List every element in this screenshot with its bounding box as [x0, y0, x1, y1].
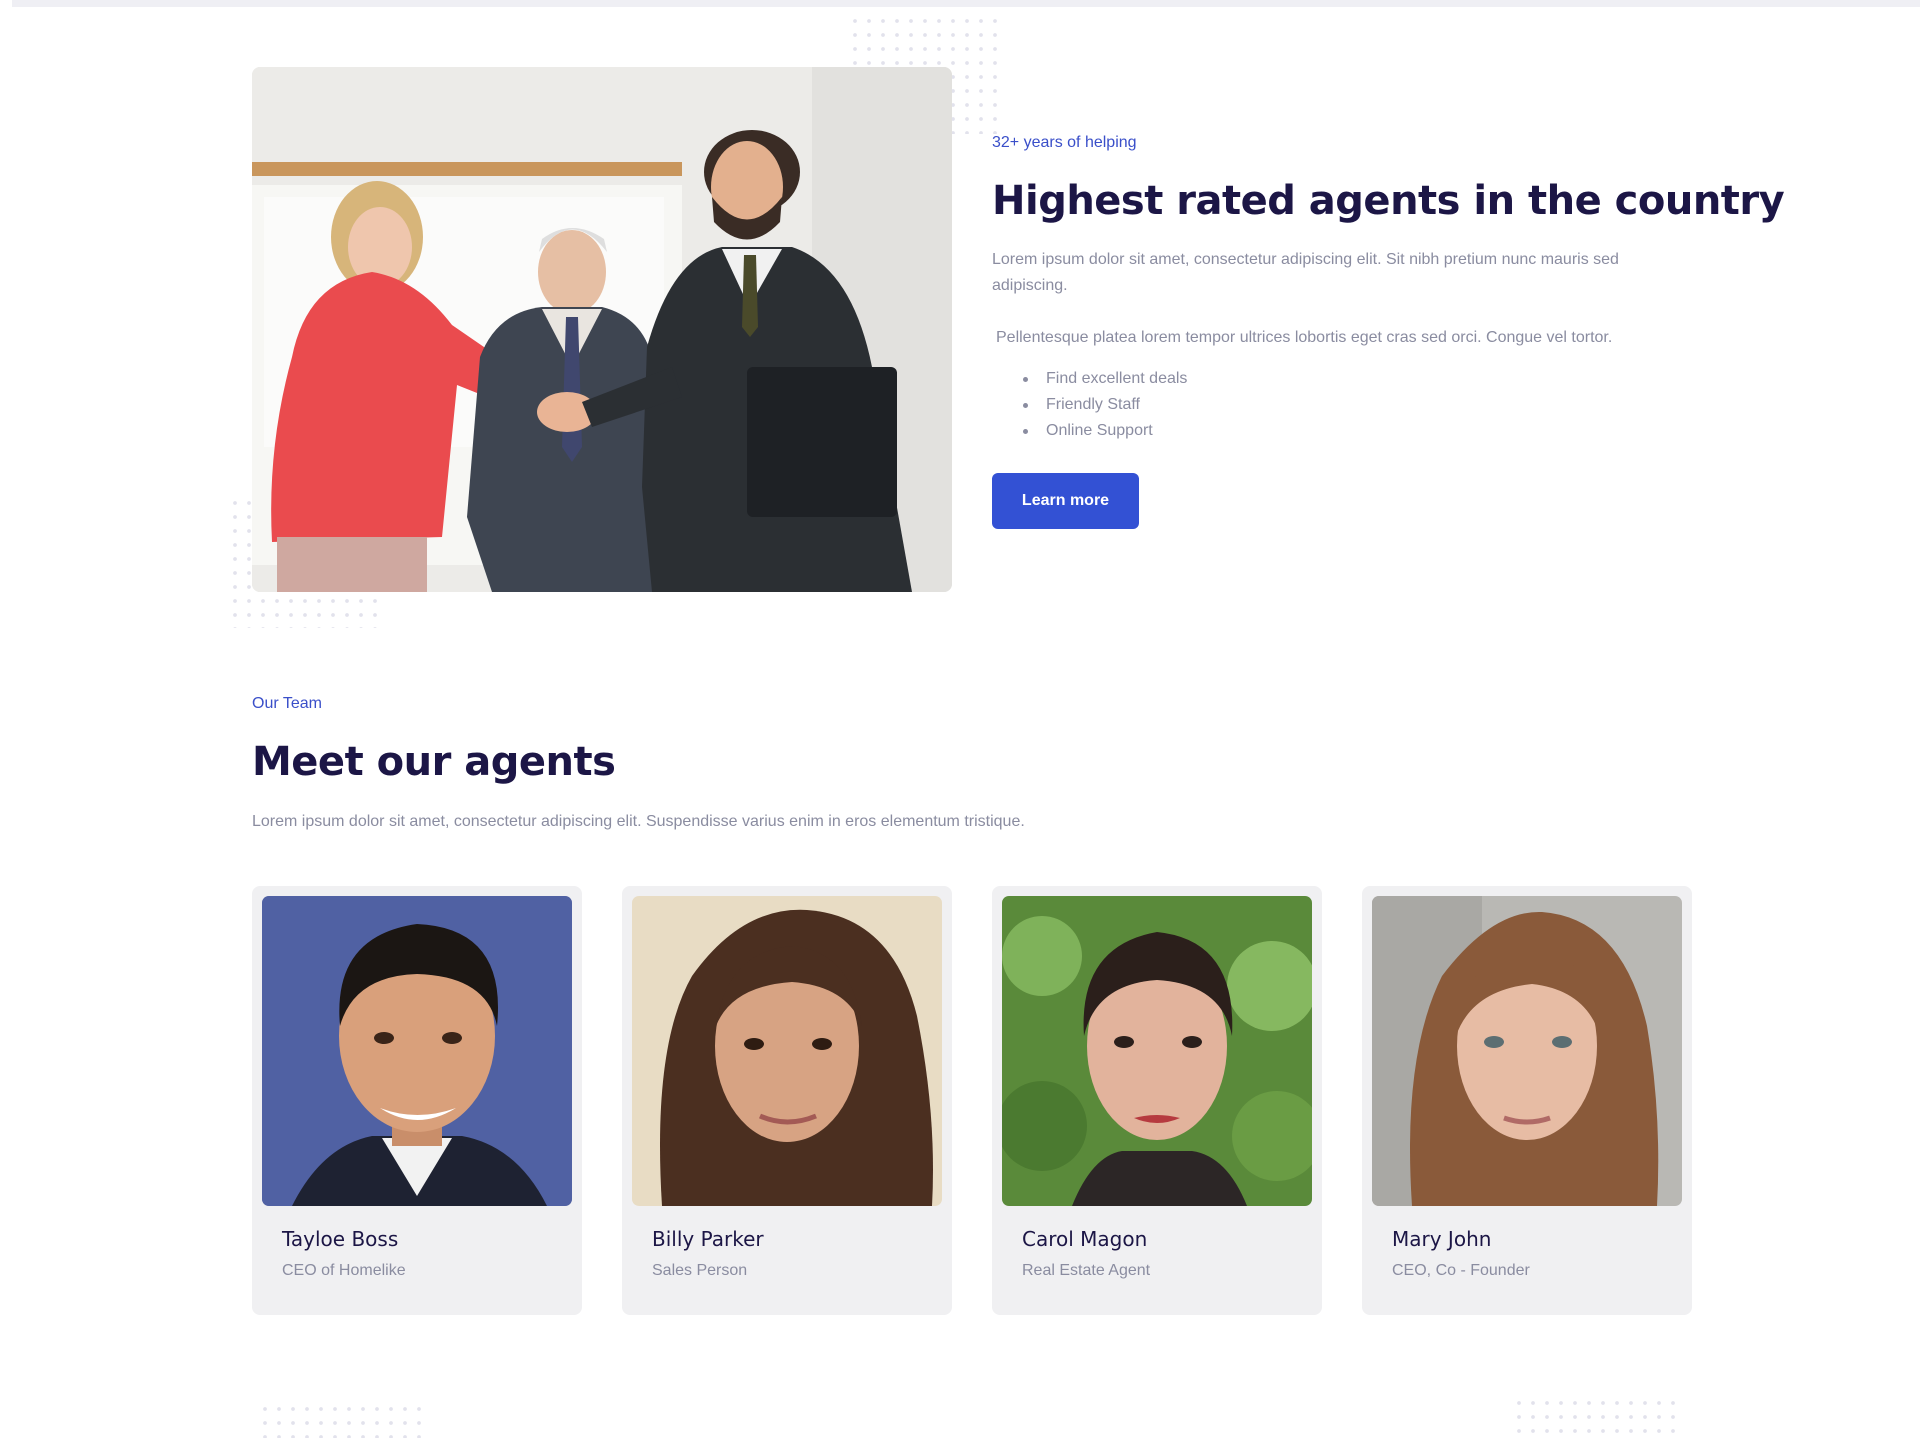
agent-card[interactable]: Mary John CEO, Co - Founder — [1362, 886, 1692, 1315]
agent-card[interactable]: Tayloe Boss CEO of Homelike — [252, 886, 582, 1315]
agent-photo — [1372, 896, 1682, 1206]
feature-item: Friendly Staff — [1022, 392, 1187, 418]
agent-name: Carol Magon — [1022, 1227, 1148, 1251]
agent-photo — [262, 896, 572, 1206]
dot-pattern-bottom-right — [1512, 1396, 1682, 1438]
team-description: Lorem ipsum dolor sit amet, consectetur … — [252, 813, 1025, 830]
about-title: Highest rated agents in the country — [992, 178, 1785, 224]
dot-pattern-bottom-left — [258, 1402, 428, 1438]
agent-card[interactable]: Billy Parker Sales Person — [622, 886, 952, 1315]
about-eyebrow: 32+ years of helping — [992, 134, 1137, 151]
agent-role: CEO of Homelike — [282, 1262, 406, 1279]
agent-photo — [1002, 896, 1312, 1206]
agent-card[interactable]: Carol Magon Real Estate Agent — [992, 886, 1322, 1315]
team-eyebrow: Our Team — [252, 695, 322, 712]
top-divider — [12, 0, 1920, 7]
about-paragraph-2: Pellentesque platea lorem tempor ultrice… — [996, 329, 1613, 346]
agent-photo — [632, 896, 942, 1206]
agent-name: Tayloe Boss — [282, 1227, 399, 1251]
team-title: Meet our agents — [252, 739, 616, 785]
agent-role: Sales Person — [652, 1262, 748, 1279]
agent-role: Real Estate Agent — [1022, 1262, 1151, 1279]
feature-item: Online Support — [1022, 418, 1187, 444]
agent-name: Billy Parker — [652, 1227, 764, 1251]
features-list: Find excellent deals Friendly Staff Onli… — [1022, 366, 1187, 444]
learn-more-button[interactable]: Learn more — [992, 473, 1139, 529]
agent-role: CEO, Co - Founder — [1392, 1262, 1530, 1279]
agents-handshake-photo — [252, 67, 952, 592]
agent-name: Mary John — [1392, 1227, 1492, 1251]
feature-item: Find excellent deals — [1022, 366, 1187, 392]
about-paragraph-1: Lorem ipsum dolor sit amet, consectetur … — [992, 251, 1619, 294]
